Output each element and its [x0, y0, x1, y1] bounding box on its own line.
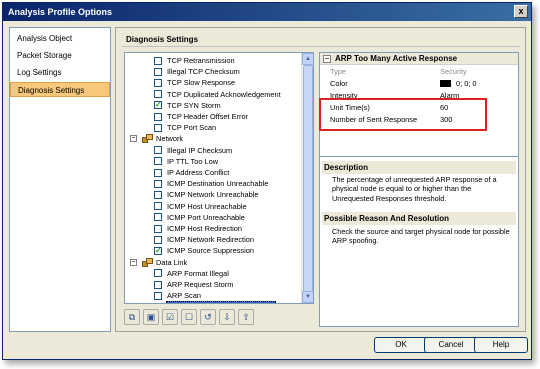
checkbox[interactable]: [154, 146, 162, 155]
tree-item-label: IP Address Conflict: [167, 168, 230, 177]
diagnosis-settings-panel: Diagnosis Settings TCP Retransmission Ill…: [115, 27, 526, 332]
checkbox[interactable]: [154, 190, 162, 199]
collapse-icon[interactable]: −: [130, 258, 137, 266]
reason-heading: Possible Reason And Resolution: [322, 212, 516, 225]
tree-group-label: Data Link: [156, 257, 188, 267]
checkbox[interactable]: [154, 213, 162, 222]
highlight-annotation: [319, 98, 487, 131]
title-bar: Analysis Profile Options x: [3, 3, 531, 21]
scroll-up-button[interactable]: ▲: [302, 53, 313, 65]
tree-item-label: ARP Request Storm: [167, 280, 234, 289]
section-divider: [122, 46, 520, 47]
tree-item-label: ICMP Host Unreachable: [167, 201, 247, 211]
dialog-title: Analysis Profile Options: [8, 7, 113, 17]
collapse-icon[interactable]: −: [130, 135, 137, 143]
checkbox[interactable]: [154, 202, 162, 211]
checkbox[interactable]: [154, 245, 162, 256]
tree-item-label: ICMP Network Unreachable: [167, 190, 259, 200]
tree-item-label: ICMP Port Unreachable: [167, 212, 245, 222]
tree-item-label: ICMP Source Suppression: [167, 246, 254, 256]
tree-item-label: TCP Retransmission: [167, 56, 235, 65]
uncheck-all-icon[interactable]: ☐: [181, 309, 197, 325]
tree-item-label: IP TTL Too Low: [167, 156, 219, 166]
tree-item-label: ARP Too Many Active Response: [166, 301, 277, 303]
nav-item-diagnosis-settings[interactable]: Diagnosis Settings: [10, 82, 110, 97]
scroll-down-button[interactable]: ▼: [302, 291, 313, 303]
prop-value: 0; 0; 0: [456, 79, 477, 88]
checkbox[interactable]: [154, 224, 162, 233]
prop-row-type: Type Security: [320, 66, 518, 77]
property-grid-title: ARP Too Many Active Response: [335, 54, 458, 63]
export-icon[interactable]: ⇧: [238, 309, 254, 325]
description-text: The percentage of unrequested ARP respon…: [332, 175, 497, 203]
color-swatch[interactable]: [440, 80, 451, 87]
property-grid-header: − ARP Too Many Active Response: [320, 53, 518, 65]
tree-group-label: Network: [156, 134, 184, 144]
collapse-icon[interactable]: −: [323, 55, 331, 63]
prop-value: Security: [440, 67, 467, 76]
nav-item-log-settings[interactable]: Log Settings: [10, 65, 110, 80]
checkbox[interactable]: [154, 90, 162, 99]
scroll-thumb[interactable]: [303, 65, 313, 293]
checkbox[interactable]: [154, 78, 162, 87]
tree-item-label: TCP Header Offset Error: [167, 112, 249, 121]
prop-name: Color: [330, 79, 348, 88]
nav-item-analysis-object[interactable]: Analysis Object: [10, 31, 110, 46]
restore-default-icon[interactable]: ↺: [200, 309, 216, 325]
tree-item-label: ARP Scan: [167, 291, 201, 301]
description-heading: Description: [322, 161, 516, 174]
tree-item-label: TCP Duplicated Acknowledgement: [167, 89, 281, 99]
prop-row-color[interactable]: Color 0; 0; 0: [320, 78, 518, 89]
checkbox[interactable]: [154, 269, 162, 278]
tree-item-label: ICMP Destination Unreachable: [167, 179, 269, 189]
expand-all-icon[interactable]: ⧉: [124, 309, 140, 325]
tree-item-label: TCP SYN Storm: [167, 100, 221, 110]
diagnosis-tree[interactable]: TCP Retransmission Illegal TCP Checksum TC…: [124, 52, 314, 304]
checkbox[interactable]: [154, 123, 162, 132]
checkbox[interactable]: [154, 112, 162, 121]
close-button[interactable]: x: [514, 5, 528, 18]
tree-item-label: TCP Port Scan: [167, 123, 217, 133]
checkbox[interactable]: [154, 67, 162, 76]
checkbox[interactable]: [154, 157, 162, 166]
cancel-button[interactable]: Cancel: [424, 337, 478, 353]
section-title: Diagnosis Settings: [126, 35, 199, 44]
check-all-icon[interactable]: ☑: [162, 309, 178, 325]
tree-item-label: ICMP Host Redirection: [167, 224, 243, 233]
tree-item-label: ARP Format Illegal: [167, 268, 229, 278]
options-nav: Analysis Object Packet Storage Log Setti…: [9, 27, 111, 332]
options-dialog: Analysis Profile Options x Analysis Obje…: [2, 2, 532, 360]
tree-scrollbar[interactable]: ▲ ▼: [301, 53, 313, 303]
tree-item-label: Illegal TCP Checksum: [167, 67, 240, 77]
import-icon[interactable]: ⇩: [219, 309, 235, 325]
ok-button[interactable]: OK: [374, 337, 428, 353]
checkbox[interactable]: [154, 99, 162, 111]
tree-item-label: ICMP Network Redirection: [167, 235, 254, 245]
prop-name: Type: [330, 67, 347, 76]
reason-text: Check the source and target physical nod…: [332, 227, 510, 246]
checkbox[interactable]: [154, 56, 162, 65]
description-panel: Description The percentage of unrequeste…: [319, 156, 519, 327]
tree-item-label: Illegal IP Checksum: [167, 145, 233, 155]
collapse-all-icon[interactable]: ▣: [143, 309, 159, 325]
checkbox[interactable]: [154, 291, 162, 300]
tree-item-label: TCP Slow Response: [167, 78, 236, 88]
checkbox[interactable]: [154, 168, 162, 177]
checkbox[interactable]: [154, 235, 162, 244]
help-button[interactable]: Help: [474, 337, 528, 353]
checkbox[interactable]: [154, 301, 162, 303]
checkbox[interactable]: [154, 280, 162, 289]
nav-item-packet-storage[interactable]: Packet Storage: [10, 48, 110, 63]
checkbox[interactable]: [154, 179, 162, 188]
folder-icon: [142, 257, 153, 267]
folder-icon: [142, 134, 153, 144]
